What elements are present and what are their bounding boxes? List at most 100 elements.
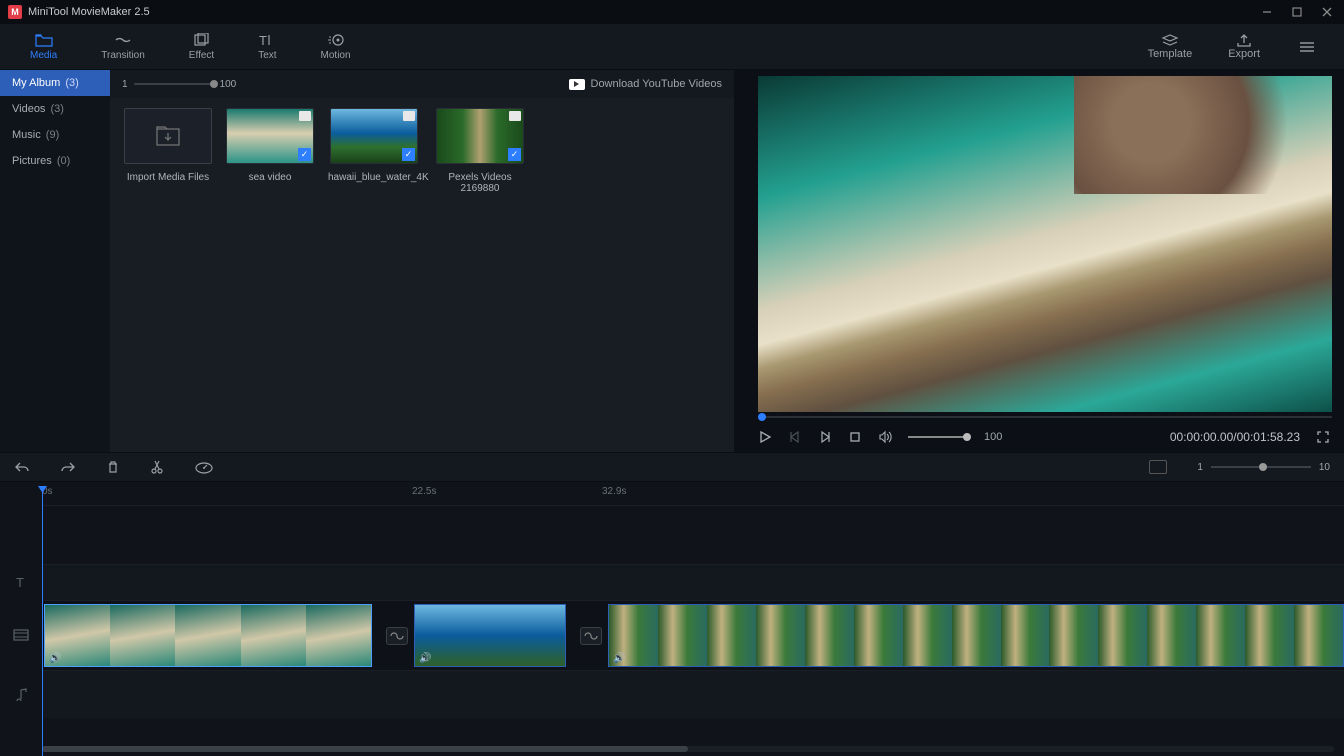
sidebar-item-label: Videos [12, 103, 45, 115]
thumb-zoom-min: 1 [122, 79, 128, 90]
clip-pexels[interactable]: 🔊 [608, 604, 1344, 667]
media-sidebar: My Album (3) Videos (3) Music (9) Pictur… [0, 70, 110, 452]
timeline-ruler[interactable]: 0s 22.5s 32.9s [42, 482, 1344, 506]
sidebar-item-count: (0) [57, 155, 70, 167]
download-youtube-link[interactable]: Download YouTube Videos [569, 78, 723, 90]
media-item-label: sea video [249, 172, 292, 183]
text-icon: T [259, 32, 275, 48]
tab-media[interactable]: Media [8, 24, 79, 69]
import-icon [155, 125, 181, 147]
timeline-scrollbar[interactable] [42, 746, 1334, 752]
split-button[interactable] [150, 459, 164, 475]
fullscreen-button[interactable] [1316, 430, 1330, 444]
media-item-label: hawaii_blue_water_4K [328, 172, 420, 183]
music-track[interactable] [0, 670, 1344, 718]
tab-transition[interactable]: Transition [79, 24, 167, 69]
clip-audio-icon: 🔊 [613, 653, 625, 664]
svg-text:T: T [259, 33, 267, 47]
clip-sea-video[interactable]: 🔊 [44, 604, 372, 667]
undo-button[interactable] [14, 460, 30, 474]
play-button[interactable] [758, 430, 772, 444]
import-media-button[interactable]: Import Media Files [124, 108, 212, 194]
sidebar-item-count: (3) [51, 103, 64, 115]
export-button[interactable]: Export [1210, 24, 1278, 69]
sidebar-item-label: Pictures [12, 155, 52, 167]
button-label: Template [1148, 48, 1193, 60]
ruler-tick: 22.5s [412, 486, 436, 497]
template-icon [1161, 34, 1179, 48]
tab-label: Media [30, 50, 57, 61]
clip-audio-icon: 🔊 [419, 653, 431, 664]
minimize-button[interactable] [1258, 3, 1276, 21]
volume-slider[interactable] [908, 436, 968, 438]
export-icon [1236, 34, 1252, 48]
youtube-icon [569, 79, 585, 90]
stop-button[interactable] [848, 430, 862, 444]
maximize-button[interactable] [1288, 3, 1306, 21]
app-title: MiniTool MovieMaker 2.5 [28, 6, 1258, 18]
timeline-zoom: 1 10 [1197, 462, 1330, 473]
transition-slot-button[interactable] [386, 627, 408, 645]
speed-button[interactable] [194, 460, 214, 474]
import-label: Import Media Files [127, 172, 209, 183]
prev-frame-button[interactable] [788, 430, 802, 444]
media-bar: 1 100 Download YouTube Videos [110, 70, 734, 98]
svg-text:T: T [16, 575, 24, 589]
media-item-hawaii[interactable]: ✓ hawaii_blue_water_4K [328, 108, 420, 194]
video-badge-icon [403, 111, 415, 121]
tl-zoom-min: 1 [1197, 462, 1203, 473]
thumbnail-zoom-slider[interactable] [134, 83, 214, 85]
video-badge-icon [509, 111, 521, 121]
tab-text[interactable]: T Text [236, 24, 298, 69]
sidebar-item-count: (9) [46, 129, 59, 141]
sidebar-item-pictures[interactable]: Pictures (0) [0, 148, 110, 174]
thumb-zoom-max: 100 [220, 79, 237, 90]
app-icon: M [8, 5, 22, 19]
tl-zoom-max: 10 [1319, 462, 1330, 473]
sidebar-item-label: My Album [12, 77, 60, 89]
volume-button[interactable] [878, 430, 892, 444]
delete-button[interactable] [106, 460, 120, 474]
sidebar-item-music[interactable]: Music (9) [0, 122, 110, 148]
media-item-sea-video[interactable]: ✓ sea video [226, 108, 314, 194]
video-track-icon [0, 628, 42, 642]
fit-timeline-button[interactable] [1149, 460, 1167, 474]
used-check-icon: ✓ [402, 148, 415, 161]
hamburger-menu-button[interactable] [1278, 40, 1336, 54]
used-check-icon: ✓ [298, 148, 311, 161]
media-panel: 1 100 Download YouTube Videos Import Med… [110, 70, 734, 452]
preview-panel: 100 00:00:00.00/00:01:58.23 [734, 70, 1344, 452]
sidebar-item-label: Music [12, 129, 41, 141]
template-button[interactable]: Template [1130, 24, 1211, 69]
playhead[interactable] [42, 487, 43, 756]
sidebar-item-videos[interactable]: Videos (3) [0, 96, 110, 122]
transition-slot-button[interactable] [580, 627, 602, 645]
timeline-toolbar: 1 10 [0, 452, 1344, 482]
tab-effect[interactable]: Effect [167, 24, 236, 69]
transition-icon [114, 32, 132, 48]
download-link-label: Download YouTube Videos [591, 78, 723, 90]
media-item-pexels[interactable]: ✓ Pexels Videos 2169880 [434, 108, 526, 194]
sidebar-item-my-album[interactable]: My Album (3) [0, 70, 110, 96]
redo-button[interactable] [60, 460, 76, 474]
next-frame-button[interactable] [818, 430, 832, 444]
video-badge-icon [299, 111, 311, 121]
preview-canvas[interactable] [758, 76, 1332, 412]
tab-label: Motion [321, 50, 351, 61]
tab-label: Text [258, 50, 276, 61]
clip-hawaii[interactable]: 🔊 [414, 604, 566, 667]
preview-scrubber[interactable] [758, 412, 1332, 422]
text-track[interactable]: T [0, 564, 1344, 600]
clip-audio-icon: 🔊 [49, 653, 61, 664]
motion-icon [327, 32, 345, 48]
timecode-label: 00:00:00.00/00:01:58.23 [1170, 430, 1300, 444]
timeline-zoom-slider[interactable] [1211, 466, 1311, 468]
tab-motion[interactable]: Motion [299, 24, 373, 69]
preview-controls: 100 00:00:00.00/00:01:58.23 [740, 422, 1332, 452]
button-label: Export [1228, 48, 1260, 60]
close-button[interactable] [1318, 3, 1336, 21]
tab-label: Transition [101, 50, 145, 61]
main-toolbar: Media Transition Effect T Text Motion Te… [0, 24, 1344, 70]
title-bar: M MiniTool MovieMaker 2.5 [0, 0, 1344, 24]
video-track[interactable]: 🔊 🔊 🔊 [0, 600, 1344, 670]
